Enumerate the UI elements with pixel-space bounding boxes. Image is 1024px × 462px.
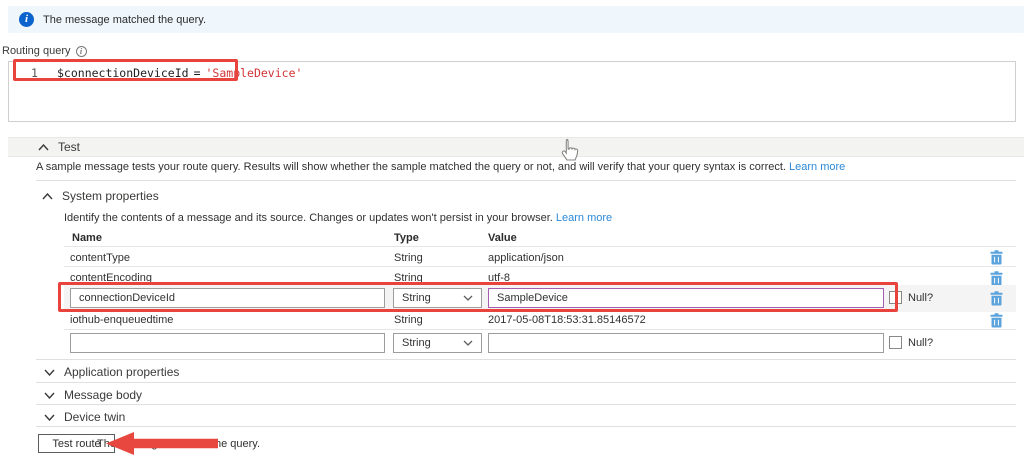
table-divider	[64, 266, 1016, 267]
learn-more-link-system-properties[interactable]: Learn more	[556, 212, 612, 224]
info-icon: i	[19, 12, 34, 27]
column-header-name: Name	[72, 232, 102, 244]
query-operator: =	[194, 66, 201, 80]
cell-type: String	[394, 252, 423, 264]
routing-query-test-page: i The message matched the query. Routing…	[0, 0, 1024, 462]
test-section-title: Test	[58, 140, 80, 154]
cell-value: utf-8	[488, 272, 510, 284]
divider	[36, 180, 1016, 181]
application-properties-title: Application properties	[64, 365, 179, 379]
cell-name: contentType	[70, 252, 130, 264]
null-label: Null?	[908, 292, 933, 304]
line-number: 1	[31, 65, 38, 82]
trash-icon	[990, 291, 1003, 306]
query-field: $connectionDeviceId	[57, 66, 189, 80]
column-header-type: Type	[394, 232, 419, 244]
cell-value: 2017-05-08T18:53:31.85146572	[488, 314, 646, 326]
new-property-type-select[interactable]: String	[393, 333, 482, 353]
cell-type: String	[394, 314, 423, 326]
divider	[36, 359, 1016, 360]
test-result-text: The message matched the query.	[97, 438, 260, 450]
delete-row-button[interactable]	[988, 291, 1004, 307]
query-string-literal: 'SampleDevice'	[206, 66, 303, 80]
banner-text: The message matched the query.	[43, 14, 206, 26]
system-properties-description-text: Identify the contents of a message and i…	[64, 212, 553, 224]
system-properties-title: System properties	[62, 189, 159, 203]
delete-row-button[interactable]	[988, 313, 1004, 329]
chevron-up-icon	[42, 193, 53, 200]
delete-row-button[interactable]	[988, 250, 1004, 266]
query-editor[interactable]: 1 $connectionDeviceId = 'SampleDevice'	[8, 61, 1016, 122]
device-twin-title: Device twin	[64, 410, 125, 424]
table-divider	[64, 329, 1016, 330]
table-divider	[64, 246, 1016, 247]
section-header-system-properties[interactable]: System properties	[42, 189, 159, 203]
test-description-text: A sample message tests your route query.…	[36, 161, 786, 173]
section-header-device-twin[interactable]: Device twin	[44, 410, 125, 424]
chevron-down-icon	[463, 295, 473, 301]
query-code-line: 1 $connectionDeviceId = 'SampleDevice'	[9, 65, 1015, 82]
divider	[36, 404, 1016, 405]
section-header-message-body[interactable]: Message body	[44, 388, 142, 402]
routing-query-label: Routing query i	[2, 45, 87, 57]
column-header-value: Value	[488, 232, 517, 244]
query-code: $connectionDeviceId = 'SampleDevice'	[57, 65, 302, 82]
info-banner: i The message matched the query.	[8, 6, 1024, 33]
section-header-test[interactable]: Test	[8, 137, 1024, 157]
cell-type: String	[394, 272, 423, 284]
cell-name: iothub-enqueuedtime	[70, 314, 173, 326]
null-label: Null?	[908, 337, 933, 349]
trash-icon	[990, 271, 1003, 286]
info-tooltip-icon[interactable]: i	[76, 46, 87, 57]
hand-cursor-icon	[560, 138, 579, 167]
new-property-type-selected: String	[402, 337, 431, 349]
chevron-down-icon	[44, 414, 55, 421]
property-name-input[interactable]	[70, 288, 385, 308]
property-type-selected: String	[402, 292, 431, 304]
learn-more-link-test[interactable]: Learn more	[789, 161, 845, 173]
message-body-title: Message body	[64, 388, 142, 402]
test-description: A sample message tests your route query.…	[36, 161, 845, 173]
divider	[36, 382, 1016, 383]
chevron-down-icon	[463, 340, 473, 346]
trash-icon	[990, 313, 1003, 328]
chevron-down-icon	[44, 369, 55, 376]
property-value-input[interactable]	[488, 288, 884, 308]
routing-query-label-text: Routing query	[2, 45, 71, 57]
null-checkbox[interactable]	[889, 291, 902, 304]
cell-name: contentEncoding	[70, 272, 152, 284]
cell-value: application/json	[488, 252, 564, 264]
new-property-value-input[interactable]	[488, 333, 884, 353]
trash-icon	[990, 250, 1003, 265]
property-type-select[interactable]: String	[393, 288, 482, 308]
chevron-down-icon	[44, 392, 55, 399]
chevron-up-icon	[38, 144, 49, 151]
divider	[36, 426, 1016, 427]
new-property-name-input[interactable]	[70, 333, 385, 353]
null-checkbox[interactable]	[889, 336, 902, 349]
section-header-application-properties[interactable]: Application properties	[44, 365, 179, 379]
system-properties-description: Identify the contents of a message and i…	[64, 212, 612, 224]
